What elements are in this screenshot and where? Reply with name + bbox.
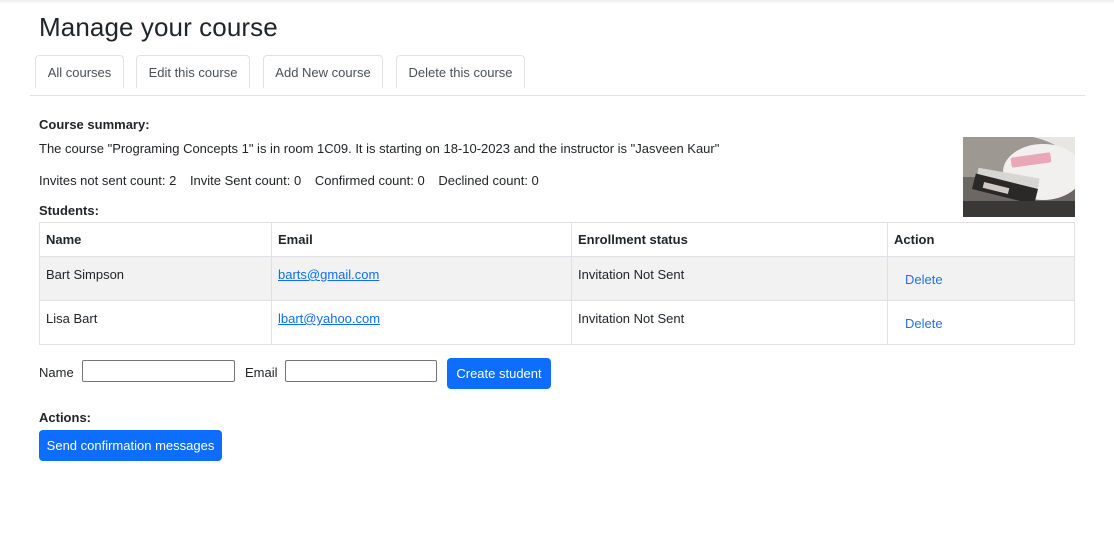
send-confirmation-button[interactable]: Send confirmation messages <box>39 430 222 461</box>
students-table: Name Email Enrollment status Action Bart… <box>39 222 1075 345</box>
tab-all-courses[interactable]: All courses <box>35 55 124 88</box>
tab-edit-course[interactable]: Edit this course <box>136 55 250 88</box>
student-email-cell: barts@gmail.com <box>271 256 572 301</box>
table-row: Bart Simpson barts@gmail.com Invitation … <box>39 256 1075 301</box>
name-input[interactable] <box>82 360 235 382</box>
tab-add-course[interactable]: Add New course <box>263 55 383 88</box>
count-declined: Declined count: 0 <box>438 173 539 188</box>
column-header-status: Enrollment status <box>571 222 888 257</box>
page-title: Manage your course <box>39 12 278 42</box>
delete-student-button[interactable]: Delete <box>905 272 943 287</box>
column-header-name: Name <box>39 222 272 257</box>
column-header-email: Email <box>271 222 572 257</box>
student-email-cell: lbart@yahoo.com <box>271 300 572 345</box>
action-cell: Delete <box>887 300 1075 345</box>
count-confirmed: Confirmed count: 0 <box>314 173 425 188</box>
email-input[interactable] <box>285 360 437 382</box>
count-sent: Invite Sent count: 0 <box>189 173 302 188</box>
course-tabs: All courses Edit this course Add New cou… <box>30 55 1085 96</box>
course-photo-icon <box>963 137 1075 217</box>
student-name: Lisa Bart <box>39 300 272 345</box>
enrollment-status: Invitation Not Sent <box>571 300 888 345</box>
action-cell: Delete <box>887 256 1075 301</box>
course-image <box>963 137 1075 217</box>
course-summary-text: The course "Programing Concepts 1" is in… <box>39 141 720 156</box>
table-row: Lisa Bart lbart@yahoo.com Invitation Not… <box>39 300 1075 345</box>
invite-counts: Invites not sent count: 2 Invite Sent co… <box>39 173 549 188</box>
course-summary-heading: Course summary: <box>39 117 150 132</box>
students-heading: Students: <box>39 203 99 218</box>
column-header-action: Action <box>887 222 1075 257</box>
table-header-row: Name Email Enrollment status Action <box>39 222 1075 257</box>
top-shadow <box>0 0 1114 4</box>
delete-student-button[interactable]: Delete <box>905 316 943 331</box>
tab-delete-course[interactable]: Delete this course <box>396 55 525 88</box>
email-field-label: Email <box>245 365 278 380</box>
enrollment-status: Invitation Not Sent <box>571 256 888 301</box>
name-field-label: Name <box>39 365 74 380</box>
student-email-link[interactable]: barts@gmail.com <box>278 267 379 282</box>
create-student-button[interactable]: Create student <box>447 358 551 389</box>
student-email-link[interactable]: lbart@yahoo.com <box>278 311 380 326</box>
count-not-sent: Invites not sent count: 2 <box>39 173 177 188</box>
student-name: Bart Simpson <box>39 256 272 301</box>
actions-heading: Actions: <box>39 410 91 425</box>
